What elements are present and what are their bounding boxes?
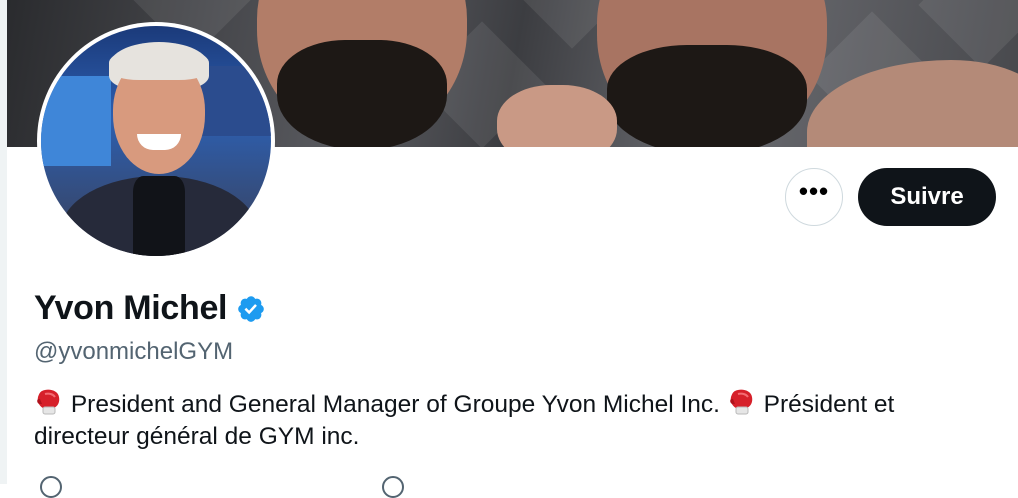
follow-button[interactable]: Suivre [858, 168, 996, 226]
boxing-glove-icon [37, 389, 60, 415]
profile-avatar[interactable] [37, 22, 275, 260]
more-options-button[interactable]: ••• [785, 168, 843, 226]
name-row: Yvon Michel [34, 289, 266, 328]
left-border [0, 0, 7, 484]
profile-meta-row [34, 474, 934, 498]
boxing-glove-icon [730, 389, 753, 415]
user-handle: @yvonmichelGYM [34, 338, 234, 365]
category-icon [40, 476, 62, 498]
verified-badge-icon[interactable] [236, 294, 266, 324]
bio-text-english: President and General Manager of Groupe … [70, 391, 720, 418]
location-icon [382, 476, 404, 498]
display-name: Yvon Michel [34, 289, 228, 327]
profile-bio: President and General Manager of Groupe … [34, 388, 994, 453]
more-icon: ••• [798, 176, 830, 206]
